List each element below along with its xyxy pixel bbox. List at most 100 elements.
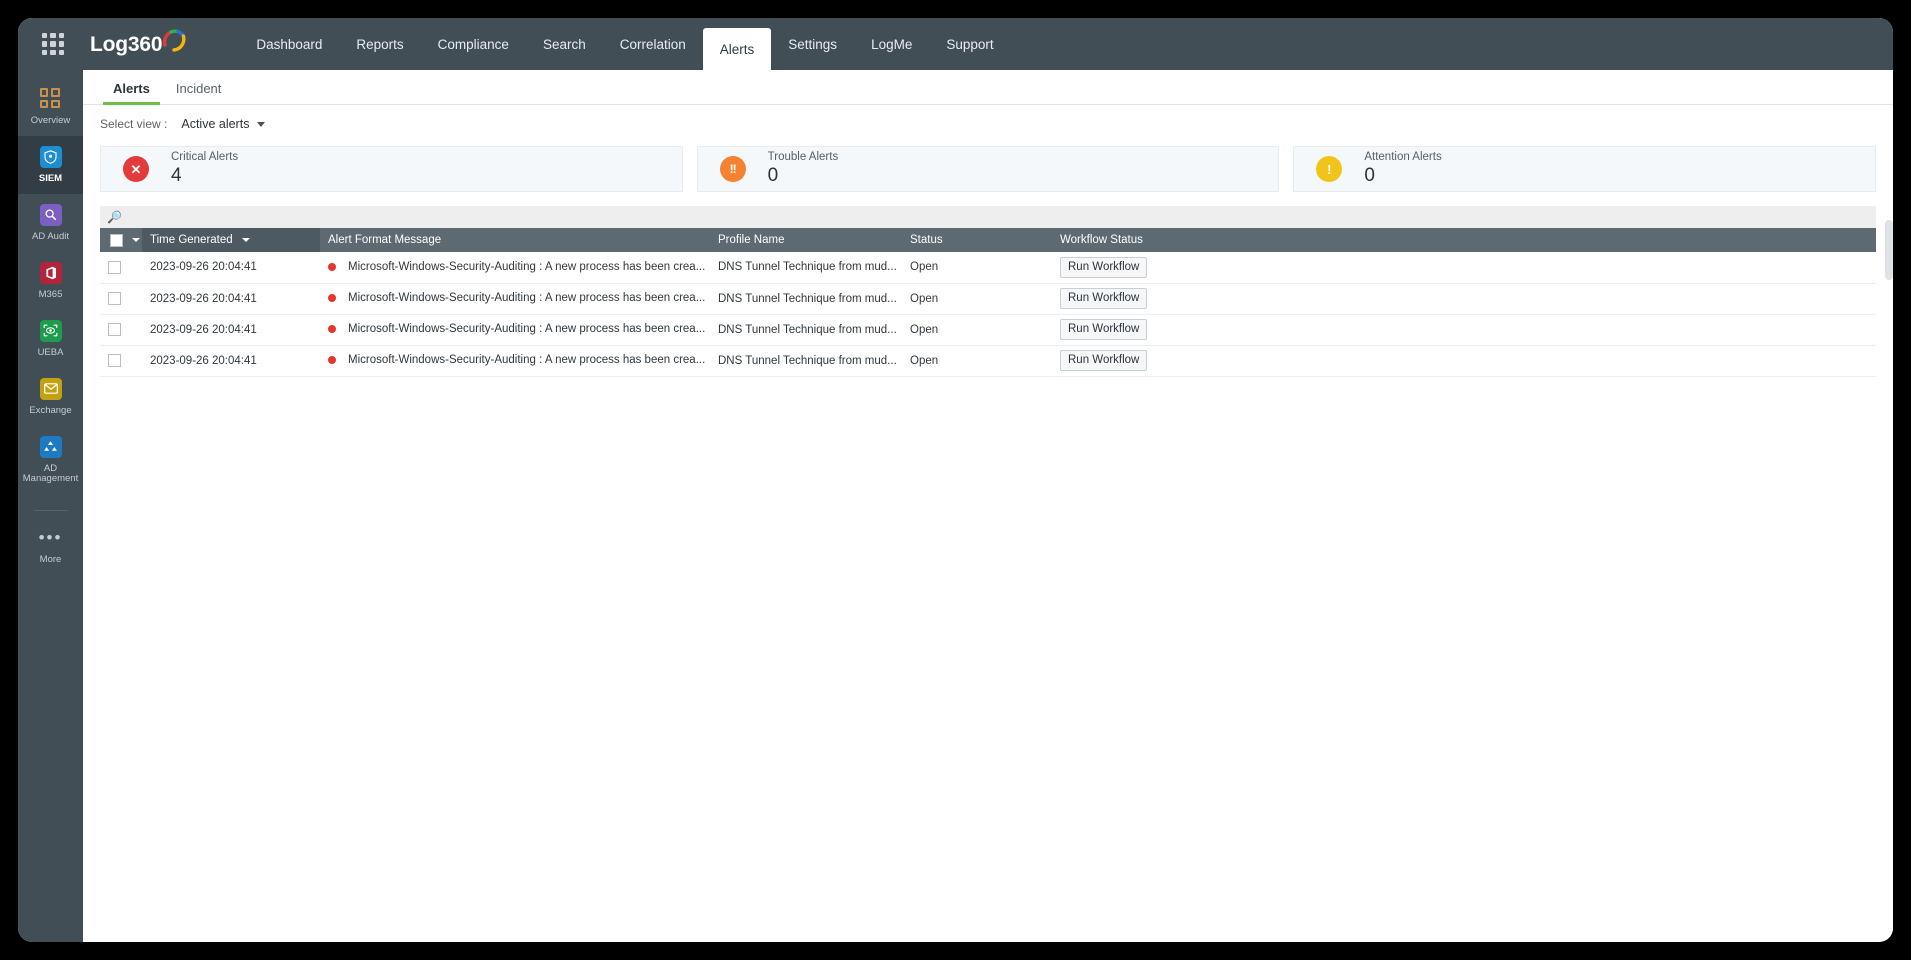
tab-incident[interactable]: Incident	[163, 81, 235, 104]
logo-arc-icon	[161, 26, 187, 52]
ueba-eye-icon	[39, 319, 62, 342]
summary-card-trouble[interactable]: !! Trouble Alerts 0	[696, 146, 1280, 192]
summary-card-text: Attention Alerts 0	[1364, 151, 1441, 187]
cell-time-generated: 2023-09-26 20:04:41	[142, 314, 320, 346]
table-header: Time Generated Alert Format Message Prof…	[100, 228, 1876, 252]
table-row[interactable]: 2023-09-26 20:04:41 Microsoft-Windows-Se…	[100, 283, 1876, 315]
sub-tab-bar: Alerts Incident	[83, 70, 1893, 105]
nav-item-dashboard[interactable]: Dashboard	[239, 18, 339, 70]
severity-dot-icon	[328, 325, 336, 334]
chevron-down-icon[interactable]	[132, 238, 140, 242]
summary-card-title: Attention Alerts	[1364, 151, 1442, 164]
select-view-bar: Select view : Active alerts	[83, 105, 1893, 143]
run-workflow-button[interactable]: Run Workflow	[1060, 288, 1148, 309]
table-body: 2023-09-26 20:04:41 Microsoft-Windows-Se…	[100, 252, 1876, 377]
sidebar-item-ad-management[interactable]: AD Management	[18, 426, 83, 495]
column-header-alert-format-message[interactable]: Alert Format Message	[320, 228, 710, 252]
browser-window-frame: Log360 Dashboard Reports Compliance Sear…	[18, 18, 1893, 942]
table-row[interactable]: 2023-09-26 20:04:41 Microsoft-Windows-Se…	[100, 252, 1876, 284]
brand-logo[interactable]: Log360	[90, 29, 187, 56]
severity-dot-icon	[328, 294, 336, 303]
sidebar-item-overview[interactable]: Overview	[18, 78, 83, 136]
table-row[interactable]: 2023-09-26 20:04:41 Microsoft-Windows-Se…	[100, 314, 1876, 346]
cell-workflow-status: Run Workflow	[1052, 252, 1876, 284]
row-checkbox[interactable]	[108, 292, 121, 305]
search-input[interactable]	[127, 210, 1876, 224]
nav-item-logme[interactable]: LogMe	[854, 18, 929, 70]
summary-card-text: Trouble Alerts 0	[768, 151, 839, 187]
row-checkbox[interactable]	[108, 354, 121, 367]
run-workflow-button[interactable]: Run Workflow	[1060, 350, 1148, 371]
top-header-bar: Log360 Dashboard Reports Compliance Sear…	[18, 18, 1893, 70]
sidebar-item-ad-audit[interactable]: AD Audit	[18, 194, 83, 252]
nav-item-correlation[interactable]: Correlation	[603, 18, 703, 70]
row-select-cell[interactable]	[100, 283, 142, 315]
overview-grid-icon	[39, 88, 62, 110]
summary-card-count: 0	[1364, 164, 1375, 186]
summary-card-title: Trouble Alerts	[767, 151, 839, 164]
column-header-time-generated[interactable]: Time Generated	[142, 228, 320, 252]
sidebar-item-ueba[interactable]: UEBA	[18, 310, 83, 368]
cell-alert-format-message: Microsoft-Windows-Security-Auditing : A …	[320, 345, 710, 377]
column-header-select-all[interactable]	[100, 228, 142, 252]
table-row[interactable]: 2023-09-26 20:04:41 Microsoft-Windows-Se…	[100, 345, 1876, 377]
apps-grid-icon[interactable]	[42, 33, 64, 55]
chevron-down-icon	[257, 121, 266, 127]
cell-alert-format-message: Microsoft-Windows-Security-Auditing : A …	[320, 283, 710, 315]
sidebar-item-label: SIEM	[38, 172, 63, 184]
nav-item-support[interactable]: Support	[929, 18, 1010, 70]
vertical-scrollbar[interactable]	[1885, 220, 1893, 280]
application-body: Overview SIEM AD Audit M365 UEBA Exchang…	[18, 70, 1893, 942]
table-header-row: Time Generated Alert Format Message Prof…	[100, 228, 1876, 252]
column-header-workflow-status[interactable]: Workflow Status	[1052, 228, 1876, 252]
row-checkbox[interactable]	[108, 260, 121, 274]
tab-alerts[interactable]: Alerts	[100, 81, 163, 105]
select-view-dropdown[interactable]: Active alerts	[181, 117, 266, 131]
cell-workflow-status: Run Workflow	[1052, 283, 1876, 315]
select-view-value: Active alerts	[181, 117, 250, 131]
ad-audit-search-icon	[39, 203, 62, 226]
alert-message-text: Microsoft-Windows-Security-Auditing : A …	[348, 323, 706, 336]
sort-desc-icon[interactable]	[241, 238, 250, 242]
column-header-status[interactable]: Status	[902, 228, 1052, 252]
column-header-label: Time Generated	[150, 234, 233, 246]
summary-card-title: Critical Alerts	[171, 151, 239, 164]
row-checkbox[interactable]	[108, 323, 121, 336]
row-select-cell[interactable]	[100, 314, 142, 346]
nav-item-settings[interactable]: Settings	[771, 18, 854, 70]
sidebar-item-more[interactable]: ••• More	[18, 517, 83, 575]
cell-profile-name: DNS Tunnel Technique from mud...	[710, 283, 902, 315]
sidebar-item-m365[interactable]: M365	[18, 252, 83, 310]
alert-summary-cards: ✕ Critical Alerts 4 !! Trouble Alerts 0	[83, 143, 1893, 192]
alerts-table: Time Generated Alert Format Message Prof…	[100, 228, 1876, 377]
nav-item-search[interactable]: Search	[526, 18, 603, 70]
attention-bang-icon: !	[1316, 156, 1343, 182]
run-workflow-button[interactable]: Run Workflow	[1060, 256, 1148, 278]
run-workflow-button[interactable]: Run Workflow	[1060, 319, 1148, 340]
sidebar-divider	[33, 510, 68, 512]
table-search-bar: 🔍	[100, 206, 1876, 228]
brand-name: Log360	[90, 32, 163, 56]
nav-item-compliance[interactable]: Compliance	[421, 18, 526, 70]
sidebar-item-exchange[interactable]: Exchange	[18, 368, 83, 426]
nav-item-reports[interactable]: Reports	[339, 18, 420, 70]
nav-item-alerts[interactable]: Alerts	[702, 28, 772, 70]
cell-status: Open	[902, 252, 1052, 284]
search-icon[interactable]: 🔍	[107, 210, 122, 224]
select-all-checkbox[interactable]	[110, 233, 123, 247]
summary-card-attention[interactable]: ! Attention Alerts 0	[1293, 146, 1877, 192]
cell-profile-name: DNS Tunnel Technique from mud...	[710, 252, 902, 284]
cell-time-generated: 2023-09-26 20:04:41	[142, 345, 320, 377]
cell-status: Open	[902, 314, 1052, 346]
summary-card-critical[interactable]: ✕ Critical Alerts 4	[100, 146, 683, 192]
cell-status: Open	[902, 283, 1052, 315]
ad-management-icon	[39, 435, 62, 458]
cell-profile-name: DNS Tunnel Technique from mud...	[710, 314, 902, 346]
row-select-cell[interactable]	[100, 345, 142, 377]
sidebar-item-siem[interactable]: SIEM	[18, 135, 83, 194]
sidebar-item-label: AD Management	[22, 462, 79, 485]
summary-card-count: 0	[767, 164, 779, 186]
row-select-cell[interactable]	[100, 252, 142, 284]
column-header-profile-name[interactable]: Profile Name	[710, 228, 902, 252]
main-content-area: Alerts Incident Select view : Active ale…	[83, 70, 1893, 942]
